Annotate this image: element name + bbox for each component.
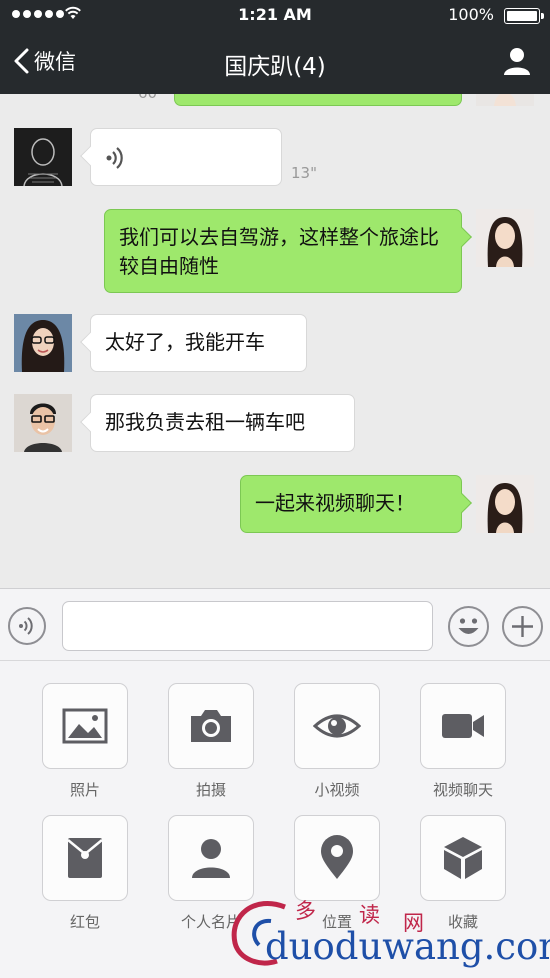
eye-icon [313, 714, 361, 738]
avatar-member-man[interactable] [14, 394, 72, 452]
avatar-member-sketch[interactable] [14, 128, 72, 186]
chat-area[interactable]: 60 13" 我们可以去自驾游，这样整个旅途比较自由随性 太好了，我能开车 那我… [0, 94, 550, 588]
cube-icon [444, 837, 482, 879]
partial-duration: 60 [138, 94, 157, 102]
photo-label: 照片 [69, 781, 100, 799]
contact-card-label: 个人名片 [180, 913, 241, 931]
nav-bar: 微信 国庆趴(4) [0, 30, 550, 94]
video-chat-label: 视频聊天 [432, 781, 493, 799]
message-input[interactable] [62, 601, 433, 651]
more-button[interactable] [502, 606, 543, 647]
red-packet-label: 红包 [69, 913, 100, 931]
message-bubble-incoming[interactable]: 太好了，我能开车 [90, 314, 307, 372]
avatar-self[interactable] [476, 475, 534, 533]
red-packet-button[interactable] [42, 815, 128, 901]
plus-icon [512, 616, 533, 637]
status-bar: 1:21 AM 100% [0, 0, 550, 30]
avatar-self[interactable] [476, 209, 534, 267]
avatar-member-glasses[interactable] [14, 314, 72, 372]
chat-title: 国庆趴(4) [224, 54, 326, 80]
short-video-button[interactable] [294, 683, 380, 769]
favorites-button[interactable] [420, 815, 506, 901]
attachment-panel: 照片 拍摄 小视频 视频聊天 红包 个人名片 位置 收藏 [0, 661, 550, 978]
location-label: 位置 [321, 913, 352, 931]
battery-icon [504, 8, 544, 24]
message-bubble-outgoing[interactable]: 一起来视频聊天！ [240, 475, 462, 533]
group-info-icon[interactable] [502, 46, 532, 76]
short-video-label: 小视频 [314, 781, 360, 799]
voice-duration: 13" [291, 164, 317, 182]
message-bubble-outgoing[interactable]: 我们可以去自驾游，这样整个旅途比较自由随性 [104, 209, 462, 293]
camera-icon [191, 710, 231, 742]
location-button[interactable] [294, 815, 380, 901]
photo-icon [62, 708, 108, 744]
smiley-icon [458, 618, 479, 634]
contact-card-button[interactable] [168, 815, 254, 901]
voice-toggle-button[interactable] [8, 607, 46, 645]
voice-message-bubble[interactable] [90, 128, 282, 186]
message-bubble-partial[interactable] [174, 94, 462, 106]
red-packet-icon [67, 838, 103, 878]
avatar-self-partial[interactable] [476, 94, 534, 106]
input-toolbar [0, 588, 550, 661]
video-camera-icon [442, 714, 484, 738]
emoji-button[interactable] [448, 606, 489, 647]
camera-button[interactable] [168, 683, 254, 769]
video-chat-button[interactable] [420, 683, 506, 769]
voice-icon [19, 617, 33, 635]
photo-button[interactable] [42, 683, 128, 769]
camera-label: 拍摄 [195, 781, 226, 799]
message-bubble-incoming[interactable]: 那我负责去租一辆车吧 [90, 394, 355, 452]
location-pin-icon [321, 835, 353, 879]
battery-percent: 100% [448, 5, 494, 24]
voice-wave-icon [106, 147, 123, 169]
person-icon [192, 839, 230, 878]
favorites-label: 收藏 [447, 913, 478, 931]
